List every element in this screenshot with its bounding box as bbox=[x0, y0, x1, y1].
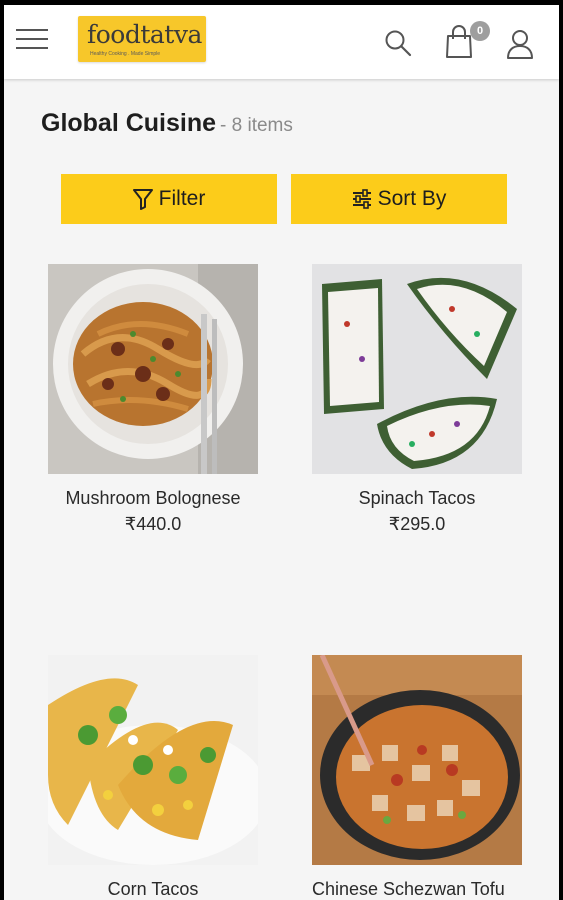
page-title: Global Cuisine bbox=[41, 109, 217, 137]
product-card-corn-tacos[interactable]: Corn Tacos bbox=[48, 655, 258, 900]
sort-by-label: Sort By bbox=[377, 187, 447, 210]
product-price: ₹440.0 bbox=[124, 514, 182, 534]
spinach-tacos-image[interactable] bbox=[312, 264, 522, 474]
cart-count-badge[interactable]: 0 bbox=[470, 21, 490, 41]
logo-wordmark: foodtatva bbox=[87, 20, 202, 49]
filter-label: Filter bbox=[158, 187, 206, 210]
top-app-bar: foodtatva Healthy Cooking . Made Simple … bbox=[4, 5, 559, 79]
product-name[interactable]: Corn Tacos bbox=[48, 879, 258, 900]
product-card-spinach-tacos[interactable]: Spinach Tacos ₹295.0 bbox=[312, 264, 522, 535]
sort-by-button[interactable]: Sort By bbox=[291, 174, 507, 224]
product-name[interactable]: Mushroom Bolognese bbox=[48, 488, 258, 509]
product-price: ₹295.0 bbox=[388, 514, 446, 534]
corn-tacos-image[interactable] bbox=[48, 655, 258, 865]
logo-tagline: Healthy Cooking . Made Simple bbox=[90, 51, 161, 57]
product-name[interactable]: Chinese Schezwan Tofu bbox=[312, 879, 524, 900]
schezwan-tofu-image[interactable] bbox=[312, 655, 522, 865]
page-heading: Global Cuisine - 8 items bbox=[41, 109, 293, 138]
hamburger-menu-icon[interactable] bbox=[16, 27, 48, 51]
product-card-schezwan-tofu[interactable]: Chinese Schezwan Tofu bbox=[312, 655, 524, 900]
filter-funnel-icon bbox=[132, 189, 153, 210]
foodtatva-logo[interactable]: foodtatva Healthy Cooking . Made Simple bbox=[78, 16, 206, 62]
search-icon[interactable] bbox=[384, 29, 412, 57]
sliders-icon bbox=[352, 189, 371, 209]
user-account-icon[interactable] bbox=[506, 29, 534, 59]
product-card-mushroom-bolognese[interactable]: Mushroom Bolognese ₹440.0 bbox=[48, 264, 258, 535]
item-count: - 8 items bbox=[220, 115, 293, 136]
filter-button[interactable]: Filter bbox=[61, 174, 277, 224]
mushroom-bolognese-image[interactable] bbox=[48, 264, 258, 474]
app-screen: foodtatva Healthy Cooking . Made Simple … bbox=[4, 5, 559, 900]
product-name[interactable]: Spinach Tacos bbox=[312, 488, 522, 509]
